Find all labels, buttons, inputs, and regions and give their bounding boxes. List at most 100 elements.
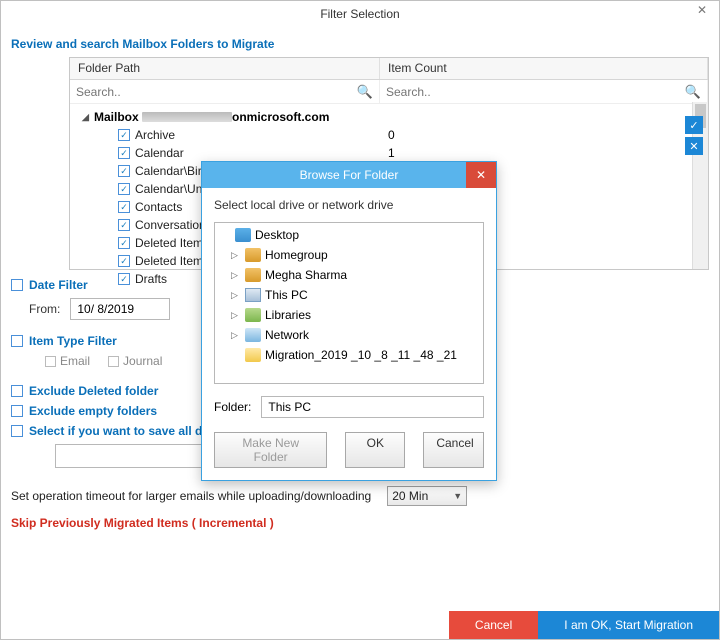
expand-icon[interactable]: ◢ bbox=[82, 112, 92, 123]
folder-checkbox[interactable] bbox=[118, 255, 130, 267]
folder-icon bbox=[245, 328, 261, 342]
expand-icon[interactable]: ▷ bbox=[231, 250, 241, 261]
node-label: Desktop bbox=[255, 228, 299, 242]
item-count: 0 bbox=[388, 128, 395, 142]
from-label: From: bbox=[29, 302, 60, 316]
node-label: Migration_2019 _10 _8 _11 _48 _21 bbox=[265, 348, 457, 362]
save-all-label: Select if you want to save all dat bbox=[29, 424, 213, 438]
folder-checkbox[interactable] bbox=[118, 273, 130, 285]
window-title: Filter Selection bbox=[320, 7, 399, 21]
section-title: Review and search Mailbox Folders to Mig… bbox=[11, 37, 709, 51]
mailbox-prefix: Mailbox bbox=[94, 110, 139, 124]
col-header-count[interactable]: Item Count bbox=[380, 58, 708, 79]
folder-icon bbox=[245, 248, 261, 262]
folder-input[interactable] bbox=[261, 396, 484, 418]
filter-selection-window: Filter Selection ✕ Review and search Mai… bbox=[0, 0, 720, 640]
folder-checkbox[interactable] bbox=[118, 237, 130, 249]
item-type-filter-label: Item Type Filter bbox=[29, 334, 117, 348]
tree-node[interactable]: ▷ Network bbox=[217, 325, 481, 345]
modal-buttons: Make New Folder OK Cancel bbox=[214, 432, 484, 468]
folder-label: Archive bbox=[135, 128, 175, 142]
close-icon[interactable]: ✕ bbox=[693, 3, 711, 21]
search-count-input[interactable] bbox=[380, 82, 679, 102]
node-label: Homegroup bbox=[265, 248, 328, 262]
email-option[interactable]: Email bbox=[45, 354, 90, 368]
expand-icon[interactable]: ▷ bbox=[231, 290, 241, 301]
tree-node[interactable]: Desktop bbox=[217, 225, 481, 245]
titlebar: Filter Selection ✕ bbox=[1, 1, 719, 27]
modal-instruction: Select local drive or network drive bbox=[214, 198, 484, 212]
folder-line: Folder: bbox=[214, 396, 484, 418]
folder-label: Contacts bbox=[135, 200, 182, 214]
folder-icon bbox=[245, 308, 261, 322]
expand-icon[interactable]: ▷ bbox=[231, 270, 241, 281]
search-icon[interactable]: 🔍 bbox=[351, 84, 379, 100]
folder-label: Calendar bbox=[135, 146, 184, 160]
grid-search-row: 🔍 🔍 bbox=[70, 80, 708, 104]
folder-label: Drafts bbox=[135, 272, 167, 286]
timeout-row: Set operation timeout for larger emails … bbox=[11, 486, 709, 506]
ok-button[interactable]: OK bbox=[345, 432, 405, 468]
cancel-button-modal[interactable]: Cancel bbox=[423, 432, 484, 468]
skip-label: Skip Previously Migrated Items ( Increme… bbox=[11, 516, 274, 530]
chevron-down-icon: ▼ bbox=[453, 491, 462, 501]
folder-icon bbox=[245, 348, 261, 362]
save-all-checkbox[interactable] bbox=[11, 425, 23, 437]
folder-checkbox[interactable] bbox=[118, 183, 130, 195]
timeout-label: Set operation timeout for larger emails … bbox=[11, 489, 371, 503]
tree-node[interactable]: ▷ Homegroup bbox=[217, 245, 481, 265]
folder-checkbox[interactable] bbox=[118, 129, 130, 141]
folder-label: Folder: bbox=[214, 400, 251, 414]
tree-node[interactable]: ▷ This PC bbox=[217, 285, 481, 305]
mailbox-suffix: onmicrosoft.com bbox=[232, 110, 329, 124]
make-new-folder-button[interactable]: Make New Folder bbox=[214, 432, 327, 468]
from-date-input[interactable] bbox=[70, 298, 170, 320]
grid-header: Folder Path Item Count bbox=[70, 58, 708, 80]
exclude-deleted-checkbox[interactable] bbox=[11, 385, 23, 397]
cancel-button[interactable]: Cancel bbox=[449, 611, 538, 639]
folder-checkbox[interactable] bbox=[118, 147, 130, 159]
timeout-select[interactable]: 20 Min ▼ bbox=[387, 486, 467, 506]
folder-row[interactable]: Archive 0 bbox=[74, 126, 704, 144]
modal-titlebar: Browse For Folder ✕ bbox=[202, 162, 496, 188]
folder-checkbox[interactable] bbox=[118, 165, 130, 177]
node-label: Libraries bbox=[265, 308, 311, 322]
tree-node[interactable]: ▷ Libraries bbox=[217, 305, 481, 325]
side-buttons: ✓ ✕ bbox=[685, 116, 707, 158]
tree-node[interactable]: Migration_2019 _10 _8 _11 _48 _21 bbox=[217, 345, 481, 365]
start-migration-button[interactable]: I am OK, Start Migration bbox=[538, 611, 719, 639]
uncheck-all-button[interactable]: ✕ bbox=[685, 137, 703, 155]
folder-checkbox[interactable] bbox=[118, 219, 130, 231]
item-count: 1 bbox=[388, 146, 395, 160]
col-header-path[interactable]: Folder Path bbox=[70, 58, 380, 79]
skip-row[interactable]: Skip Previously Migrated Items ( Increme… bbox=[11, 516, 709, 530]
mailbox-row[interactable]: ◢ Mailbox onmicrosoft.com bbox=[74, 108, 704, 126]
modal-close-icon[interactable]: ✕ bbox=[466, 162, 496, 188]
exclude-empty-checkbox[interactable] bbox=[11, 405, 23, 417]
node-label: Megha Sharma bbox=[265, 268, 347, 282]
journal-option[interactable]: Journal bbox=[108, 354, 162, 368]
mailbox-redacted bbox=[142, 112, 232, 122]
browse-folder-dialog: Browse For Folder ✕ Select local drive o… bbox=[201, 161, 497, 481]
exclude-deleted-label: Exclude Deleted folder bbox=[29, 384, 158, 398]
search-path-input[interactable] bbox=[70, 82, 351, 102]
node-label: This PC bbox=[265, 288, 308, 302]
folder-icon bbox=[235, 228, 251, 242]
check-all-button[interactable]: ✓ bbox=[685, 116, 703, 134]
folder-label: Deleted Items bbox=[135, 236, 209, 250]
tree-node[interactable]: ▷ Megha Sharma bbox=[217, 265, 481, 285]
modal-title: Browse For Folder bbox=[300, 168, 399, 182]
node-label: Network bbox=[265, 328, 309, 342]
date-filter-checkbox[interactable] bbox=[11, 279, 23, 291]
modal-folder-tree[interactable]: Desktop ▷ Homegroup ▷ Megha Sharma ▷ This PC ▷ L… bbox=[214, 222, 484, 384]
folder-icon bbox=[245, 288, 261, 302]
folder-checkbox[interactable] bbox=[118, 201, 130, 213]
exclude-empty-label: Exclude empty folders bbox=[29, 404, 157, 418]
expand-icon[interactable]: ▷ bbox=[231, 330, 241, 341]
expand-icon[interactable]: ▷ bbox=[231, 310, 241, 321]
item-type-checkbox[interactable] bbox=[11, 335, 23, 347]
search-icon[interactable]: 🔍 bbox=[679, 84, 707, 100]
folder-icon bbox=[245, 268, 261, 282]
footer: Cancel I am OK, Start Migration bbox=[449, 611, 719, 639]
folder-row[interactable]: Calendar 1 bbox=[74, 144, 704, 162]
